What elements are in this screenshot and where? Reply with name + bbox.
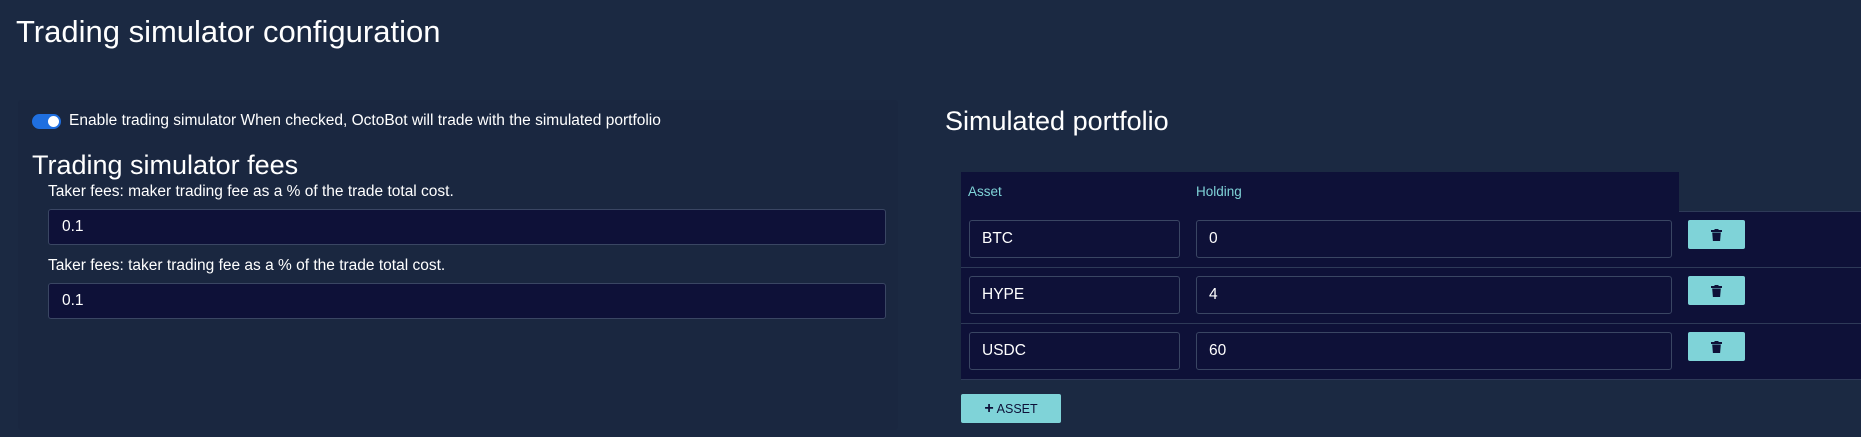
enable-simulator-label: Enable trading simulator When checked, O… xyxy=(69,112,661,129)
asset-input[interactable] xyxy=(969,332,1180,370)
delete-row-button[interactable] xyxy=(1688,220,1745,249)
enable-simulator-row: Enable trading simulator When checked, O… xyxy=(32,110,661,132)
table-header: Asset Holding xyxy=(961,172,1679,213)
asset-input[interactable] xyxy=(969,276,1180,314)
maker-fee-label: Taker fees: maker trading fee as a % of … xyxy=(48,183,454,200)
portfolio-section-title: Simulated portfolio xyxy=(945,106,1169,136)
holding-input[interactable] xyxy=(1196,332,1672,370)
enable-simulator-toggle[interactable] xyxy=(32,113,61,129)
trash-icon xyxy=(1711,228,1722,241)
holding-input[interactable] xyxy=(1196,276,1672,314)
trash-icon xyxy=(1711,284,1722,297)
toggle-knob xyxy=(48,115,59,127)
table-row xyxy=(961,268,1861,324)
trash-icon xyxy=(1711,340,1722,353)
table-row xyxy=(961,324,1861,380)
taker-fee-label: Taker fees: taker trading fee as a % of … xyxy=(48,257,446,274)
maker-fee-input[interactable] xyxy=(48,209,886,245)
column-header-asset: Asset xyxy=(968,184,1002,199)
fees-section-title: Trading simulator fees xyxy=(32,150,299,180)
table-row xyxy=(961,212,1861,268)
plus-icon: + xyxy=(984,399,994,417)
delete-row-button[interactable] xyxy=(1688,332,1745,361)
taker-fee-input[interactable] xyxy=(48,283,886,319)
holding-input[interactable] xyxy=(1196,220,1672,258)
delete-row-button[interactable] xyxy=(1688,276,1745,305)
add-asset-label: ASSET xyxy=(996,401,1038,416)
page-title: Trading simulator configuration xyxy=(16,14,441,49)
asset-input[interactable] xyxy=(969,220,1180,258)
column-header-holding: Holding xyxy=(1196,184,1242,199)
add-asset-button[interactable]: + ASSET xyxy=(961,394,1061,423)
simulator-settings-panel: Enable trading simulator When checked, O… xyxy=(18,100,898,430)
